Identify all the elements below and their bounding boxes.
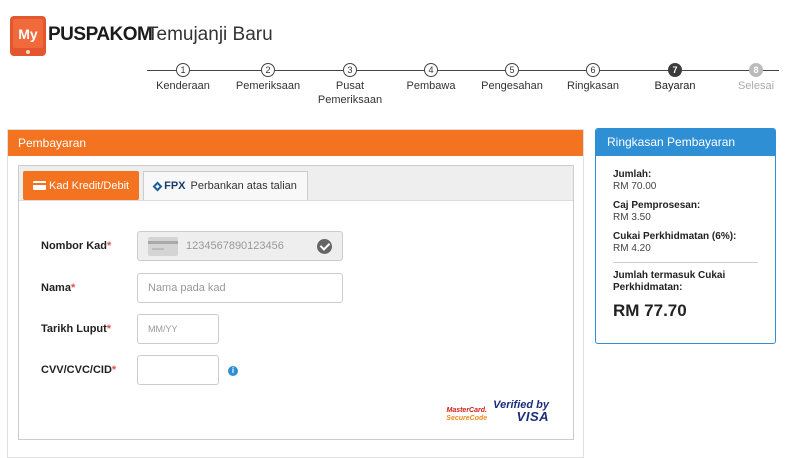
- logo-name: PUSPAKOM: [48, 24, 153, 45]
- tab-card[interactable]: Kad Kredit/Debit: [23, 171, 140, 200]
- page-title: Temujanji Baru: [147, 24, 273, 45]
- payment-panel-title: Pembayaran: [8, 130, 583, 156]
- step-pengesahan: 5 Pengesahan: [467, 61, 557, 93]
- required-mark: *: [107, 240, 112, 252]
- name-input[interactable]: Nama pada kad: [137, 273, 343, 303]
- summary-body: Jumlah: RM 70.00 Caj Pemprosesan: RM 3.5…: [596, 156, 775, 321]
- step-label: Pemeriksaan: [235, 80, 301, 92]
- name-label-text: Nama: [41, 282, 71, 294]
- expiry-input[interactable]: MM/YY: [137, 314, 219, 344]
- step-label-line2: Pemeriksaan: [317, 94, 383, 106]
- step-label: Selesai: [737, 80, 775, 92]
- logo-prefix: My: [18, 26, 38, 42]
- phone-logo-icon: My: [10, 16, 46, 56]
- card-number-placeholder: 1234567890123456: [186, 240, 284, 252]
- card-thumbnail-icon: [148, 236, 178, 256]
- summary-divider: [613, 262, 758, 263]
- step-pusat-pemeriksaan: 3 Pusat Pemeriksaan: [305, 61, 395, 107]
- total-label: Jumlah termasuk Cukai Perkhidmatan:: [613, 270, 726, 293]
- payment-panel: Pembayaran Kad Kredit/Debit FPX Perbanka…: [7, 129, 584, 458]
- card-number-label: Nombor Kad*: [41, 240, 111, 252]
- info-icon[interactable]: i: [228, 366, 238, 376]
- step-label: Pusat Pemeriksaan: [305, 79, 395, 107]
- step-number: 2: [261, 63, 275, 77]
- service-tax-value: RM 4.20: [613, 243, 651, 254]
- expiry-label-text: Tarikh Luput: [41, 323, 107, 335]
- step-number: 7: [668, 63, 682, 77]
- step-ringkasan: 6 Ringkasan: [548, 61, 638, 93]
- amount-label: Jumlah:: [613, 169, 652, 180]
- step-label: Bayaran: [654, 80, 696, 92]
- expiry-placeholder: MM/YY: [148, 324, 178, 334]
- step-pemeriksaan: 2 Pemeriksaan: [223, 61, 313, 93]
- tab-fpx-label: Perbankan atas talian: [190, 180, 297, 192]
- check-circle-icon: [317, 239, 332, 254]
- total-value: RM 77.70: [613, 301, 687, 320]
- verified-by-visa-logo: Verified by VISA: [493, 399, 549, 423]
- step-number: 6: [586, 63, 600, 77]
- name-placeholder: Nama pada kad: [148, 282, 226, 294]
- securecode-text: SecureCode: [446, 415, 488, 422]
- payment-method-tabs: Kad Kredit/Debit FPX Perbankan atas tali…: [19, 166, 573, 201]
- required-mark: *: [70, 282, 76, 294]
- security-badges: MasterCard. SecureCode Verified by VISA: [446, 399, 549, 423]
- step-label-line1: Pusat: [335, 80, 365, 92]
- name-label: Nama*: [41, 282, 75, 294]
- expiry-label: Tarikh Luput*: [41, 323, 111, 335]
- card-number-label-text: Nombor Kad: [41, 240, 107, 252]
- step-label: Kenderaan: [156, 80, 210, 92]
- tab-fpx[interactable]: FPX Perbankan atas talian: [143, 171, 308, 200]
- step-number: 8: [749, 63, 763, 77]
- payment-form: Kad Kredit/Debit FPX Perbankan atas tali…: [18, 165, 574, 440]
- card-number-input[interactable]: 1234567890123456: [137, 231, 343, 261]
- step-label: Ringkasan: [567, 80, 619, 92]
- processing-fee-value: RM 3.50: [613, 212, 651, 223]
- puspakom-logo[interactable]: My PUSPAKOM: [10, 16, 153, 56]
- visa-text: VISA: [516, 409, 549, 424]
- fpx-logo-text: FPX: [164, 180, 186, 192]
- service-tax-label: Cukai Perkhidmatan (6%):: [613, 231, 737, 242]
- step-pembawa: 4 Pembawa: [386, 61, 476, 93]
- tab-card-label: Kad Kredit/Debit: [49, 179, 130, 192]
- required-mark: *: [111, 364, 117, 376]
- step-label: Pembawa: [406, 80, 456, 92]
- step-number: 3: [343, 63, 357, 77]
- mastercard-securecode-logo: MasterCard. SecureCode: [446, 407, 487, 423]
- cvv-label-text: CVV/CVC/CID: [41, 364, 112, 376]
- cvv-input[interactable]: [137, 355, 219, 385]
- credit-card-icon: [33, 181, 46, 190]
- cvv-label: CVV/CVC/CID*: [41, 364, 116, 376]
- fpx-icon: [152, 181, 163, 191]
- required-mark: *: [106, 323, 112, 335]
- step-kenderaan: 1 Kenderaan: [138, 61, 228, 93]
- amount-value: RM 70.00: [613, 181, 657, 192]
- step-number: 5: [505, 63, 519, 77]
- progress-stepper: 1 Kenderaan 2 Pemeriksaan 3 Pusat Pemeri…: [147, 61, 779, 107]
- step-bayaran: 7 Bayaran: [630, 61, 720, 93]
- step-number: 1: [176, 63, 190, 77]
- mastercard-text: MasterCard.: [446, 407, 487, 414]
- summary-title: Ringkasan Pembayaran: [596, 129, 775, 156]
- step-selesai: 8 Selesai: [711, 61, 786, 93]
- step-number: 4: [424, 63, 438, 77]
- processing-fee-label: Caj Pemprosesan:: [613, 200, 701, 211]
- step-label: Pengesahan: [481, 80, 543, 92]
- payment-summary: Ringkasan Pembayaran Jumlah: RM 70.00 Ca…: [595, 128, 776, 344]
